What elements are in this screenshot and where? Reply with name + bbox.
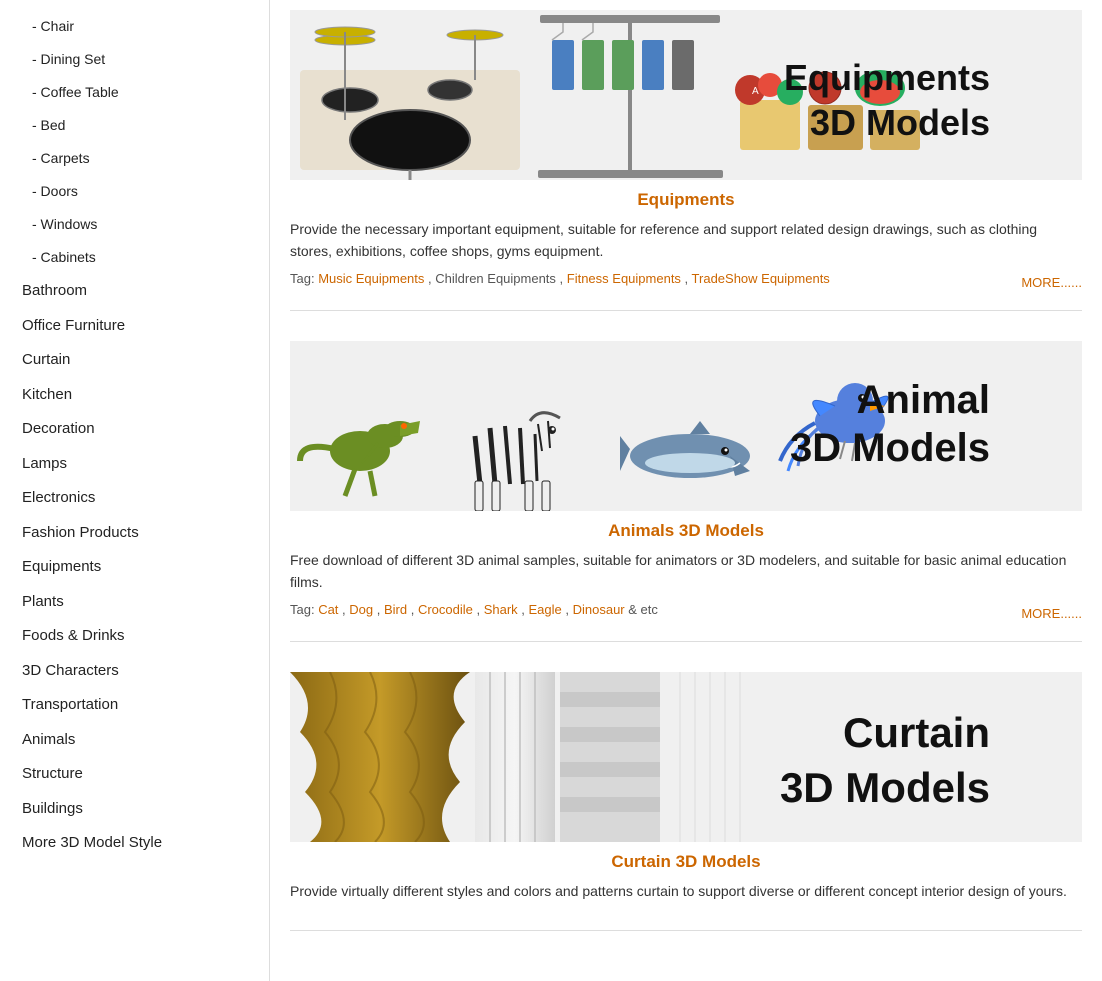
tag-link-bird[interactable]: Bird bbox=[384, 602, 407, 617]
tag-link-shark[interactable]: Shark bbox=[484, 602, 518, 617]
category-desc-animals: Free download of different 3D animal sam… bbox=[290, 549, 1082, 594]
category-block-curtain: Curtain 3D Models Curtain 3D Models Provi… bbox=[290, 672, 1082, 931]
category-desc-curtain: Provide virtually different styles and c… bbox=[290, 880, 1082, 902]
tag-link-eagle[interactable]: Eagle bbox=[529, 602, 562, 617]
tag-link-crocodile[interactable]: Crocodile bbox=[418, 602, 473, 617]
tag-separator: , bbox=[681, 271, 692, 286]
tag-link-dog[interactable]: Dog bbox=[349, 602, 373, 617]
tag-link-tradeshow-equipments[interactable]: TradeShow Equipments bbox=[692, 271, 830, 286]
tag-separator: , bbox=[562, 602, 573, 617]
svg-text:A: A bbox=[752, 86, 759, 97]
tag-label-animals: Tag: bbox=[290, 602, 318, 617]
sidebar-item-more-3d-model-style[interactable]: More 3D Model Style bbox=[20, 826, 259, 861]
tag-separator: , Children Equipments , bbox=[424, 271, 566, 286]
more-link-animals[interactable]: MORE...... bbox=[1021, 606, 1082, 621]
category-block-animals: Animal 3D Models Animals 3D Models Free d… bbox=[290, 341, 1082, 642]
sidebar-item-cabinets[interactable]: - Cabinets bbox=[20, 241, 259, 274]
tag-row-animals: Tag: Cat , Dog , Bird , Crocodile , Shar… bbox=[290, 602, 1082, 621]
sidebar-item-electronics[interactable]: Electronics bbox=[20, 481, 259, 516]
sidebar: - Chair- Dining Set- Coffee Table- Bed- … bbox=[0, 0, 270, 981]
tag-separator: , bbox=[407, 602, 418, 617]
tag-line-equipments: Tag: Music Equipments , Children Equipme… bbox=[290, 271, 830, 286]
category-title-curtain[interactable]: Curtain 3D Models bbox=[290, 852, 1082, 872]
sidebar-item-windows[interactable]: - Windows bbox=[20, 208, 259, 241]
category-title-animals[interactable]: Animals 3D Models bbox=[290, 521, 1082, 541]
category-image-equipments: A Equipments 3D Models bbox=[290, 10, 1082, 180]
sidebar-item-buildings[interactable]: Buildings bbox=[20, 792, 259, 827]
svg-text:3D Models: 3D Models bbox=[790, 426, 990, 470]
sidebar-item-kitchen[interactable]: Kitchen bbox=[20, 378, 259, 413]
svg-text:Animal: Animal bbox=[857, 378, 990, 422]
sidebar-item-bed[interactable]: - Bed bbox=[20, 109, 259, 142]
category-image-animals: Animal 3D Models bbox=[290, 341, 1082, 511]
sidebar-item-structure[interactable]: Structure bbox=[20, 757, 259, 792]
tag-link-dinosaur[interactable]: Dinosaur bbox=[573, 602, 625, 617]
sidebar-item-office-furniture[interactable]: Office Furniture bbox=[20, 309, 259, 344]
sidebar-item-decoration[interactable]: Decoration bbox=[20, 412, 259, 447]
tag-link-music-equipments[interactable]: Music Equipments bbox=[318, 271, 424, 286]
sidebar-item-coffee-table[interactable]: - Coffee Table bbox=[20, 76, 259, 109]
category-block-equipments: A Equipments 3D Models Equipments Provide… bbox=[290, 10, 1082, 311]
sidebar-item-transportation[interactable]: Transportation bbox=[20, 688, 259, 723]
svg-text:3D Models: 3D Models bbox=[780, 764, 990, 811]
tag-separator: , bbox=[338, 602, 349, 617]
sidebar-item-chair[interactable]: - Chair bbox=[20, 10, 259, 43]
sidebar-item-doors[interactable]: - Doors bbox=[20, 175, 259, 208]
sidebar-item-foods-drinks[interactable]: Foods & Drinks bbox=[20, 619, 259, 654]
sidebar-item-dining-set[interactable]: - Dining Set bbox=[20, 43, 259, 76]
sidebar-item-lamps[interactable]: Lamps bbox=[20, 447, 259, 482]
tag-label-equipments: Tag: bbox=[290, 271, 318, 286]
sidebar-item-carpets[interactable]: - Carpets bbox=[20, 142, 259, 175]
sidebar-item-plants[interactable]: Plants bbox=[20, 585, 259, 620]
sidebar-item-animals[interactable]: Animals bbox=[20, 723, 259, 758]
svg-text:Curtain: Curtain bbox=[843, 709, 990, 756]
tag-separator: , bbox=[518, 602, 529, 617]
tag-separator: , bbox=[473, 602, 484, 617]
sidebar-item-curtain[interactable]: Curtain bbox=[20, 343, 259, 378]
sidebar-item-bathroom[interactable]: Bathroom bbox=[20, 274, 259, 309]
svg-text:Equipments: Equipments bbox=[784, 57, 990, 98]
tag-separator: , bbox=[373, 602, 384, 617]
sidebar-item-equipments[interactable]: Equipments bbox=[20, 550, 259, 585]
more-link-equipments[interactable]: MORE...... bbox=[1021, 275, 1082, 290]
tag-link-fitness-equipments[interactable]: Fitness Equipments bbox=[567, 271, 681, 286]
category-desc-equipments: Provide the necessary important equipmen… bbox=[290, 218, 1082, 263]
main-content: A Equipments 3D Models Equipments Provide… bbox=[270, 0, 1102, 981]
category-image-curtain: Curtain 3D Models bbox=[290, 672, 1082, 842]
tag-link-cat[interactable]: Cat bbox=[318, 602, 338, 617]
tag-row-equipments: Tag: Music Equipments , Children Equipme… bbox=[290, 271, 1082, 290]
svg-text:3D Models: 3D Models bbox=[810, 102, 990, 143]
sidebar-item-fashion-products[interactable]: Fashion Products bbox=[20, 516, 259, 551]
category-title-equipments[interactable]: Equipments bbox=[290, 190, 1082, 210]
tag-separator: & etc bbox=[625, 602, 658, 617]
tag-line-animals: Tag: Cat , Dog , Bird , Crocodile , Shar… bbox=[290, 602, 658, 617]
sidebar-item-3d-characters[interactable]: 3D Characters bbox=[20, 654, 259, 689]
